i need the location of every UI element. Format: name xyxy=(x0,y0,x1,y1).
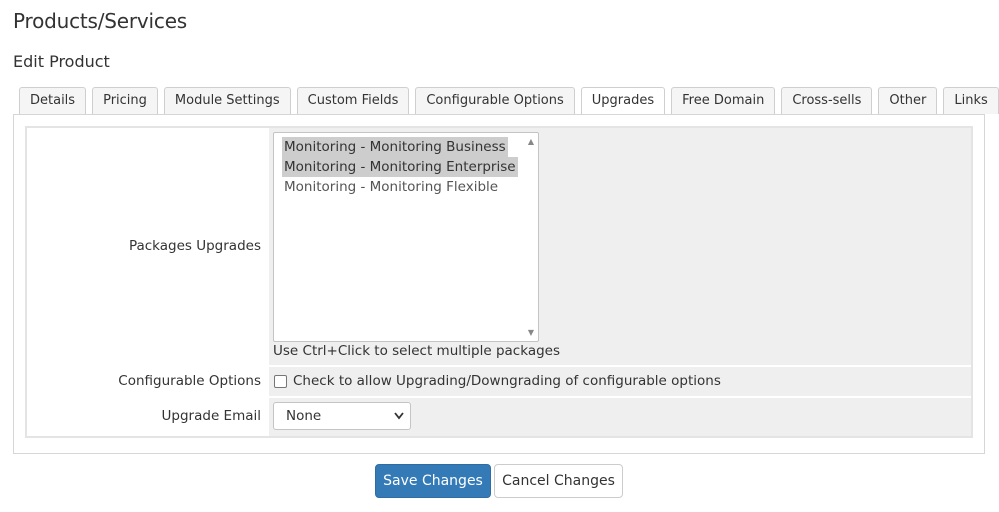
configurable-options-checkbox-label[interactable]: Check to allow Upgrading/Downgrading of … xyxy=(293,373,721,389)
upgrade-email-row: Upgrade Email None xyxy=(27,398,971,436)
tab-cross-sells[interactable]: Cross-sells xyxy=(781,87,873,114)
page-title: Products/Services xyxy=(13,9,188,33)
packages-help-text: Use Ctrl+Click to select multiple packag… xyxy=(273,343,560,359)
tab-free-domain[interactable]: Free Domain xyxy=(671,87,776,114)
upgrade-email-select[interactable]: None xyxy=(273,402,411,430)
tab-custom-fields[interactable]: Custom Fields xyxy=(296,87,410,114)
packages-upgrades-row: Packages Upgrades Monitoring - Monitorin… xyxy=(27,128,971,365)
package-option[interactable]: Monitoring - Monitoring Business xyxy=(282,137,508,157)
page-subtitle: Edit Product xyxy=(13,52,110,71)
packages-upgrades-select[interactable]: Monitoring - Monitoring Business Monitor… xyxy=(273,132,539,342)
tab-details[interactable]: Details xyxy=(19,87,87,114)
upgrades-tab-panel: Packages Upgrades Monitoring - Monitorin… xyxy=(13,114,985,454)
package-option[interactable]: Monitoring - Monitoring Enterprise xyxy=(282,157,518,177)
tab-bar: Details Pricing Module Settings Custom F… xyxy=(19,87,999,116)
tab-pricing[interactable]: Pricing xyxy=(92,87,158,114)
chevron-down-icon xyxy=(394,403,404,439)
tab-other[interactable]: Other xyxy=(878,87,938,114)
packages-upgrades-label: Packages Upgrades xyxy=(128,238,261,254)
configurable-options-checkbox[interactable] xyxy=(274,375,287,388)
scroll-down-arrow-icon[interactable]: ▼ xyxy=(528,328,534,337)
tab-configurable-options[interactable]: Configurable Options xyxy=(415,87,575,114)
upgrades-form-table: Packages Upgrades Monitoring - Monitorin… xyxy=(25,126,973,438)
cancel-changes-button[interactable]: Cancel Changes xyxy=(494,464,623,498)
tab-module-settings[interactable]: Module Settings xyxy=(163,87,291,114)
save-changes-button[interactable]: Save Changes xyxy=(375,464,491,498)
tab-upgrades[interactable]: Upgrades xyxy=(580,87,666,116)
configurable-options-row: Configurable Options Check to allow Upgr… xyxy=(27,367,971,396)
tab-links[interactable]: Links xyxy=(943,87,999,114)
package-option[interactable]: Monitoring - Monitoring Flexible xyxy=(282,177,500,197)
scroll-up-arrow-icon[interactable]: ▲ xyxy=(528,137,534,146)
configurable-options-label: Configurable Options xyxy=(118,373,261,389)
upgrade-email-value: None xyxy=(286,408,322,424)
upgrade-email-label: Upgrade Email xyxy=(161,408,261,424)
